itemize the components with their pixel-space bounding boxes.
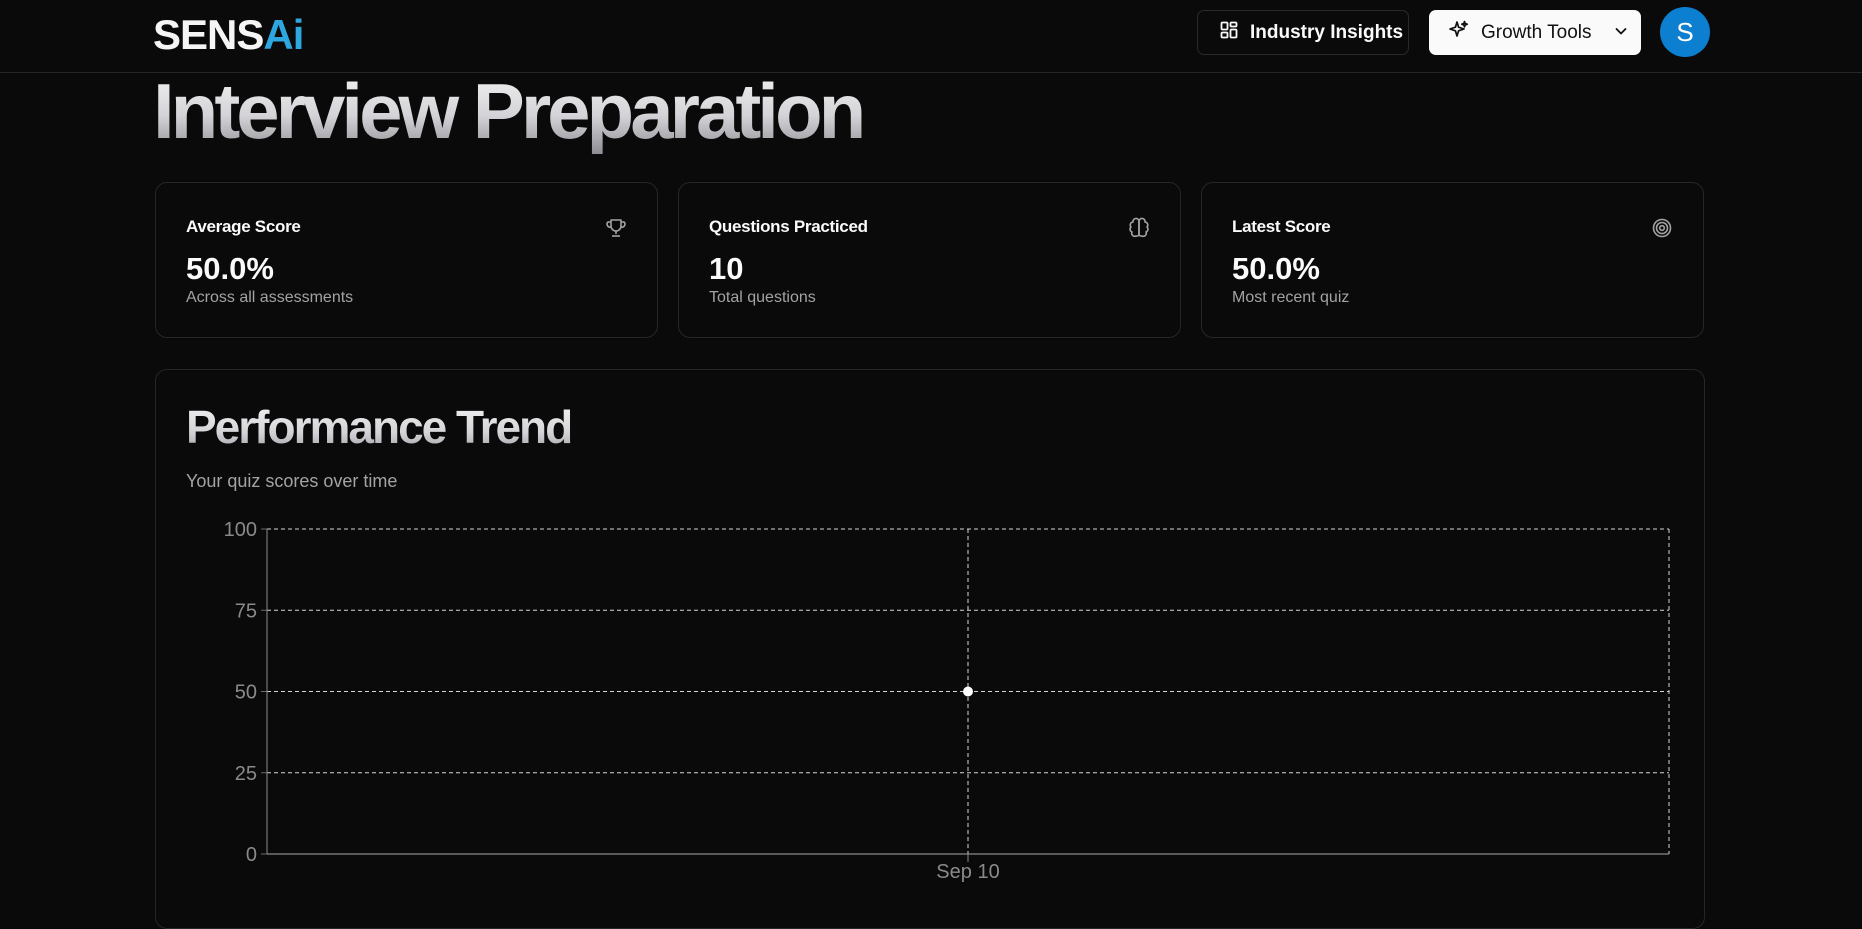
target-icon — [1651, 217, 1673, 239]
user-avatar[interactable]: S — [1660, 7, 1710, 57]
y-tick-label: 100 — [224, 519, 257, 541]
growth-tools-label: Growth Tools — [1481, 21, 1592, 43]
avatar-initial: S — [1676, 16, 1694, 47]
industry-insights-button[interactable]: Industry Insights — [1197, 10, 1409, 55]
stat-sub: Most recent quiz — [1232, 289, 1350, 306]
y-tick-label: 75 — [235, 600, 257, 622]
growth-tools-dropdown[interactable]: Growth Tools — [1429, 10, 1641, 55]
stat-value: 50.0% — [1232, 251, 1320, 286]
x-tick-label: Sep 10 — [936, 861, 999, 883]
stat-value: 10 — [709, 251, 744, 286]
brain-icon — [1128, 217, 1150, 239]
stat-value: 50.0% — [186, 251, 274, 286]
trophy-icon — [605, 217, 627, 239]
latest-score-card: Latest Score 50.0% Most recent quiz — [1201, 182, 1704, 338]
stat-label: Questions Practiced — [709, 217, 868, 236]
data-point — [963, 686, 973, 697]
performance-trend-card: Performance Trend Your quiz scores over … — [155, 369, 1705, 929]
page-title: Interview Preparation — [153, 67, 866, 155]
top-navbar: SENS Ai Industry Insights Growth Tools S — [0, 0, 1862, 73]
sparkles-icon — [1449, 20, 1469, 46]
logo-accent-text: Ai — [263, 11, 304, 58]
average-score-card: Average Score 50.0% Across all assessmen… — [155, 182, 658, 338]
chevron-down-icon — [1614, 22, 1628, 44]
y-tick-label: 0 — [246, 844, 257, 866]
stat-sub: Across all assessments — [186, 289, 354, 306]
industry-insights-label: Industry Insights — [1250, 21, 1404, 43]
logo-text: SENS — [153, 11, 264, 58]
layout-dashboard-icon — [1220, 21, 1238, 45]
y-tick-label: 50 — [235, 682, 257, 704]
y-tick-label: 25 — [235, 763, 257, 785]
stat-sub: Total questions — [709, 289, 816, 306]
sensai-logo[interactable]: SENS Ai — [153, 11, 304, 58]
stat-label: Average Score — [186, 217, 301, 236]
performance-chart: 0 25 50 75 100 Sep 10 — [224, 519, 1670, 883]
stat-label: Latest Score — [1232, 217, 1331, 236]
questions-practiced-card: Questions Practiced 10 Total questions — [678, 182, 1181, 338]
